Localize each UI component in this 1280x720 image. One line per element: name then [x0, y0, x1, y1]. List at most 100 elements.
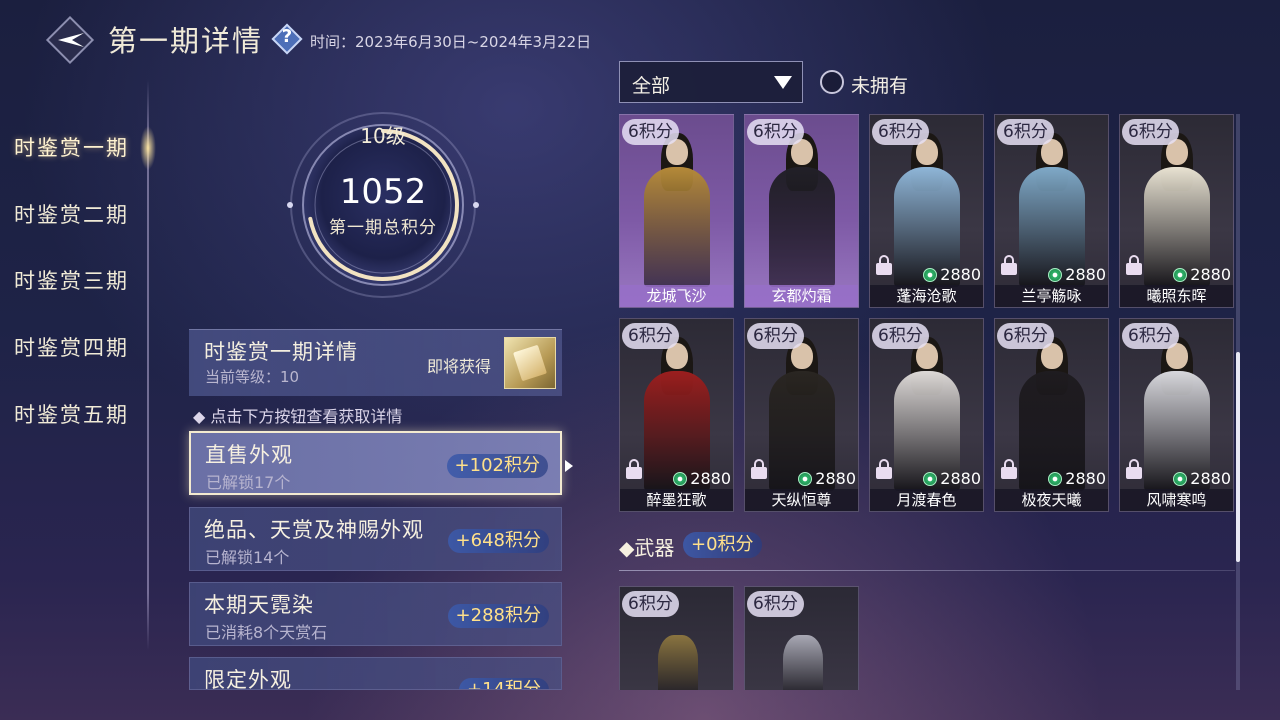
outfit-points-badge: 6积分 [622, 323, 679, 349]
selected-arrow-icon [565, 460, 573, 472]
nav-active-glow [140, 126, 156, 170]
outfit-name: 蓬海沧歌 [870, 285, 983, 307]
jade-currency-icon [673, 472, 688, 486]
help-icon[interactable]: ? [271, 23, 303, 55]
outfit-figure [892, 337, 962, 491]
weapon-image [783, 635, 823, 690]
lock-icon [1001, 459, 1017, 479]
unowned-label[interactable]: 未拥有 [851, 71, 908, 98]
weapon-image [658, 635, 698, 690]
outfit-points-badge: 6积分 [997, 119, 1054, 145]
outfit-card[interactable]: 6积分 2880 兰亭觞咏 [994, 114, 1109, 308]
weapon-points-badge: 6积分 [747, 591, 804, 617]
nav-item-period-3[interactable]: 时鉴赏三期 [14, 265, 129, 295]
lock-icon [626, 459, 642, 479]
outfit-figure [767, 133, 837, 287]
category-premium[interactable]: 绝品、天赏及神赐外观 已解锁14个 +648积分 [189, 507, 562, 571]
outfit-points-badge: 6积分 [747, 323, 804, 349]
category-limited[interactable]: 限定外观 +14积分 [189, 657, 562, 690]
nav-item-period-5[interactable]: 时鉴赏五期 [14, 399, 129, 429]
points-badge: +14积分 [459, 678, 549, 689]
outfit-name: 极夜天曦 [995, 489, 1108, 511]
total-score-label: 第一期总积分 [329, 218, 437, 238]
jade-currency-icon [1173, 472, 1188, 486]
jade-currency-icon [923, 268, 938, 282]
outfit-points-badge: 6积分 [872, 119, 929, 145]
lock-icon [1126, 459, 1142, 479]
outfit-figure [892, 133, 962, 287]
outfit-card[interactable]: 6积分 2880 曦照东晖 [1119, 114, 1234, 308]
outfit-card[interactable]: 6积分 2880 风啸寒鸣 [1119, 318, 1234, 512]
outfit-card[interactable]: 6积分玄都灼霜 [744, 114, 859, 308]
outfit-figure [642, 337, 712, 491]
outfit-price: 2880 [1173, 469, 1231, 489]
outfit-card[interactable]: 6积分龙城飞沙 [619, 114, 734, 308]
lock-icon [1126, 255, 1142, 275]
outfit-figure [767, 337, 837, 491]
unowned-radio[interactable] [820, 70, 844, 94]
outfit-price: 2880 [798, 469, 856, 489]
outfit-name: 龙城飞沙 [620, 285, 733, 307]
outfit-name: 天纵恒尊 [745, 489, 858, 511]
points-badge: +648积分 [447, 529, 549, 553]
points-badge: +288积分 [447, 604, 549, 628]
outfit-points-badge: 6积分 [747, 119, 804, 145]
outfit-figure [1142, 133, 1212, 287]
outfit-card[interactable]: 6积分 2880 极夜天曦 [994, 318, 1109, 512]
outfit-card[interactable]: 6积分 2880 月渡春色 [869, 318, 984, 512]
upcoming-reward-icon[interactable] [504, 337, 556, 389]
outfit-card[interactable]: 6积分 2880 天纵恒尊 [744, 318, 859, 512]
outfit-price: 2880 [1048, 265, 1106, 285]
outfit-card[interactable]: 6积分 2880 醉墨狂歌 [619, 318, 734, 512]
weapon-card[interactable]: 6积分 [744, 586, 859, 690]
nav-item-period-2[interactable]: 时鉴赏二期 [14, 199, 129, 229]
jade-currency-icon [923, 472, 938, 486]
outfit-name: 醉墨狂歌 [620, 489, 733, 511]
outfit-price: 2880 [673, 469, 731, 489]
lock-icon [876, 459, 892, 479]
outfit-name: 兰亭觞咏 [995, 285, 1108, 307]
level-label: 10级 [360, 124, 406, 148]
outfit-grid: ◆武器 +0积分 6积分 龙城飞沙 6积分 玄都灼霜 6积分 2880 蓬海沧歌 6积分 288… [619, 114, 1239, 690]
outfit-points-badge: 6积分 [872, 323, 929, 349]
jade-currency-icon [1048, 268, 1063, 282]
outfit-points-badge: 6积分 [997, 323, 1054, 349]
outfit-points-badge: 6积分 [622, 119, 679, 145]
time-range-label: 时间：2023年6月30日~2024年3月22日 [310, 33, 592, 51]
jade-currency-icon [1048, 472, 1063, 486]
weapons-points-badge: +0积分 [683, 532, 762, 558]
section-divider [619, 570, 1235, 571]
category-direct-sale[interactable]: 直售外观 已解锁17个 +102积分 [189, 431, 562, 495]
outfit-figure [1142, 337, 1212, 491]
weapon-card[interactable]: 6积分 [619, 586, 734, 690]
weapons-section-title: ◆武器 [619, 536, 675, 560]
lock-icon [1001, 255, 1017, 275]
outfit-points-badge: 6积分 [1122, 323, 1179, 349]
jade-currency-icon [798, 472, 813, 486]
nav-item-period-4[interactable]: 时鉴赏四期 [14, 332, 129, 362]
back-button[interactable] [45, 15, 95, 65]
lock-icon [751, 459, 767, 479]
current-level: 当前等级：10 [205, 368, 300, 386]
back-arrow-icon [58, 33, 84, 47]
upcoming-reward-label: 即将获得 [427, 357, 492, 376]
outfit-price: 2880 [1048, 469, 1106, 489]
category-dye[interactable]: 本期天霓染 已消耗8个天赏石 +288积分 [189, 582, 562, 646]
outfit-figure [1017, 133, 1087, 287]
lock-icon [876, 255, 892, 275]
outfit-name: 玄都灼霜 [745, 285, 858, 307]
total-score: 1052 [339, 172, 427, 212]
outfit-name: 风啸寒鸣 [1120, 489, 1233, 511]
outfit-price: 2880 [1173, 265, 1231, 285]
jade-currency-icon [1173, 268, 1188, 282]
period-detail-title: 时鉴赏一期详情 [204, 340, 358, 364]
nav-item-period-1[interactable]: 时鉴赏一期 [14, 132, 129, 162]
outfit-figure [1017, 337, 1087, 491]
filter-selected: 全部 [632, 75, 671, 97]
scrollbar-thumb[interactable] [1236, 352, 1240, 562]
outfit-card[interactable]: 6积分 2880 蓬海沧歌 [869, 114, 984, 308]
hint-text: ◆ 点击下方按钮查看获取详情 [193, 407, 403, 426]
points-badge: +102积分 [446, 454, 548, 478]
weapon-points-badge: 6积分 [622, 591, 679, 617]
outfit-price: 2880 [923, 265, 981, 285]
